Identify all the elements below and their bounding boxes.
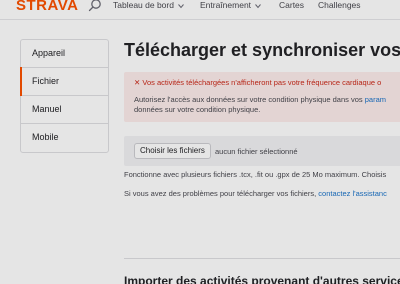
nav-label: Tableau de bord [113,0,174,10]
import-section-title: Importer des activités provenant d'autre… [124,274,400,284]
alert-title-text: Vos activités téléchargées n'afficheront… [142,78,382,87]
nav-challenges[interactable]: Challenges [318,0,361,10]
settings-link[interactable]: param [365,95,386,104]
contact-support-link[interactable]: contactez l'assistanc [318,189,387,198]
file-format-info: Fonctionne avec plusieurs fichiers .tcx,… [124,170,387,179]
strava-logo[interactable]: STRAVA [16,0,78,14]
nav-label: Entraînement [200,0,252,10]
sidebar-item-file[interactable]: Fichier [20,67,108,96]
nav-maps[interactable]: Cartes [279,0,304,10]
help-text: Si vous avez des problèmes pour téléchar… [124,189,387,198]
alert-body-text-2: données sur votre condition physique. [134,105,261,114]
page-title: Télécharger et synchroniser vos [124,40,400,60]
section-divider [124,258,400,259]
alert-body: Autorisez l'accès aux données sur votre … [134,95,400,115]
help-text-body: Si vous avez des problèmes pour téléchar… [124,189,317,198]
chevron-down-icon [178,3,184,9]
choose-files-button[interactable]: Choisir les fichiers [134,143,211,159]
file-status: aucun fichier sélectionné [215,147,298,156]
nav-label: Cartes [279,0,305,10]
nav-training[interactable]: Entraînement [200,0,261,10]
top-navigation: STRAVA Tableau de bord Entraînement Cart… [0,0,400,20]
search-icon[interactable] [88,0,102,12]
chevron-down-icon [255,3,261,9]
heart-rate-alert: ✕ Vos activités téléchargées n'affichero… [124,72,400,122]
alert-title: ✕ Vos activités téléchargées n'affichero… [134,78,400,87]
upload-method-sidebar: Appareil Fichier Manuel Mobile [20,39,109,153]
alert-body-text: Autorisez l'accès aux données sur votre … [134,95,363,104]
sidebar-item-device[interactable]: Appareil [21,40,108,68]
sidebar-item-mobile[interactable]: Mobile [21,124,108,152]
nav-dashboard[interactable]: Tableau de bord [113,0,184,10]
nav-label: Challenges [318,0,361,10]
sidebar-item-manual[interactable]: Manuel [21,96,108,124]
file-picker: Choisir les fichiers aucun fichier sélec… [124,136,400,166]
